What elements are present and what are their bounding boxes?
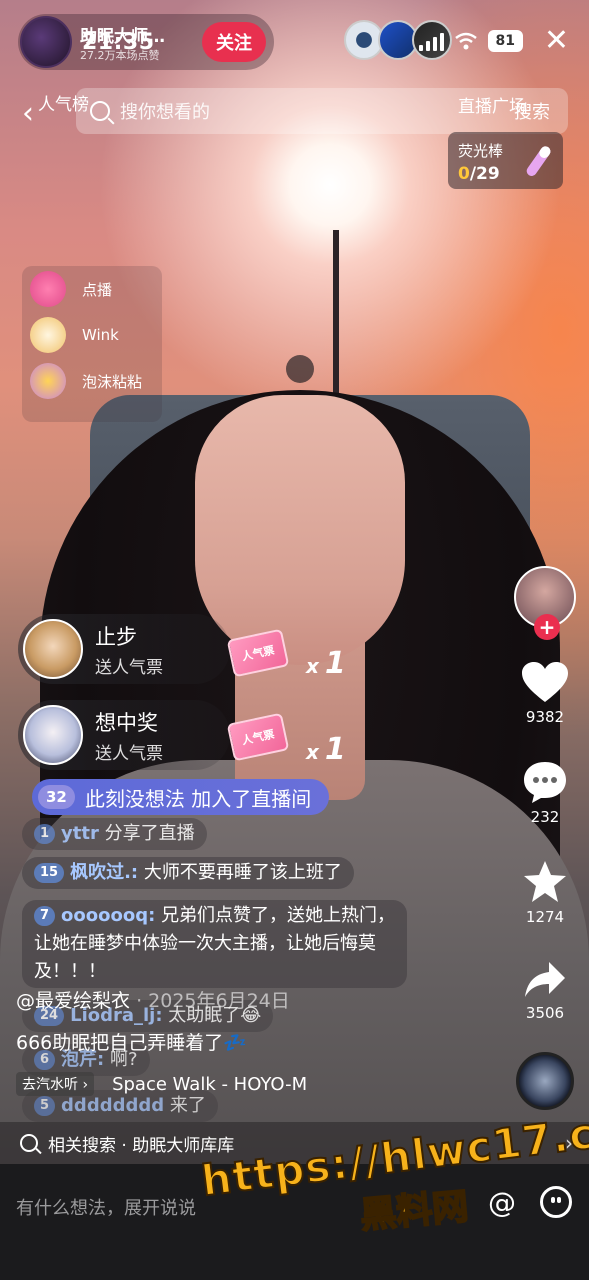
chat-user[interactable]: yttr [61, 823, 99, 844]
search-icon [90, 101, 110, 121]
favorite-button[interactable]: 1274 [522, 860, 568, 926]
duck-gift-icon [30, 363, 66, 399]
live-square-link[interactable]: 直播广场 [458, 92, 526, 117]
user-level-badge: 5 [34, 1096, 56, 1116]
favorite-count: 1274 [525, 908, 565, 926]
music-title[interactable]: Space Walk - HOYO-M [112, 1074, 307, 1095]
follow-button[interactable]: 关注 [202, 22, 266, 62]
chat-message[interactable]: 15 枫吹过.: 大师不要再睡了该上班了 [22, 857, 354, 889]
gift-action: 送人气票 [95, 743, 163, 764]
related-search-label: 相关搜索 · 助眠大师库库 [48, 1135, 235, 1156]
search-placeholder: 搜你想看的 [120, 102, 210, 123]
share-count: 3506 [525, 1004, 565, 1022]
beer-gift-icon [30, 317, 66, 353]
gift-combo: x1 [306, 732, 346, 767]
comment-button[interactable]: 232 [522, 760, 568, 826]
heart-gift-icon [30, 271, 66, 307]
user-level-badge: 1 [34, 824, 56, 844]
glow-stick-panel[interactable]: 荧光棒 0/29 [448, 132, 563, 189]
like-count: 9382 [525, 708, 565, 726]
emoji-icon[interactable] [540, 1186, 572, 1218]
music-app-tag[interactable]: 去汽水听 › [16, 1072, 95, 1096]
watermark-site: 黑料网 [358, 1185, 471, 1237]
comment-count: 232 [530, 808, 560, 826]
search-icon [20, 1134, 38, 1152]
chat-text: 大师不要再睡了该上班了 [143, 862, 342, 883]
host-avatar[interactable] [20, 16, 72, 68]
gift-notification: 止步 送人气票 [18, 614, 230, 684]
gift-combo: x1 [306, 646, 346, 681]
comment-input[interactable]: 有什么想法，展开说说 [16, 1194, 196, 1220]
chat-text-line: 让她在睡梦中体验一次大主播，让她后悔莫 [34, 933, 376, 954]
gift-item-wink[interactable]: Wink [22, 312, 162, 358]
comment-icon [524, 762, 566, 803]
mention-icon[interactable]: @ [488, 1186, 516, 1219]
chat-text: 分享了直播 [104, 823, 195, 844]
anchor-avatar[interactable]: + [514, 566, 576, 640]
chat-user[interactable]: ooooooq: [61, 905, 155, 926]
close-icon[interactable]: ✕ [544, 26, 569, 56]
gifter-name: 想中奖 [95, 710, 158, 735]
post-date: · 2025年6月24日 [136, 990, 290, 1012]
status-time: 21:35 [82, 30, 155, 55]
gift-label: 泡沫粘粘 [82, 372, 143, 391]
video-author[interactable]: @最爱绘梨衣 · 2025年6月24日 [16, 986, 290, 1013]
user-level-badge: 7 [34, 906, 56, 926]
wifi-icon [454, 32, 477, 50]
glow-stick-icon [526, 146, 551, 177]
status-icons: 81 [418, 30, 523, 52]
follow-plus-icon[interactable]: + [534, 614, 560, 640]
share-arrow-icon [525, 962, 565, 997]
video-description: 666助眠把自己弄睡着了💤 [16, 1032, 247, 1054]
share-button[interactable]: 3506 [523, 960, 567, 1022]
gifter-avatar[interactable] [23, 619, 83, 679]
chat-user[interactable]: dddddddd [61, 1095, 164, 1116]
gifter-avatar[interactable] [23, 705, 83, 765]
like-button[interactable]: 9382 [522, 662, 568, 726]
chat-message[interactable]: 7 ooooooq: 兄弟们点赞了，送她上热门， 让她在睡梦中体验一次大主播，让她… [22, 900, 462, 988]
gift-label: 点播 [82, 280, 113, 299]
gift-action: 送人气票 [95, 657, 163, 678]
music-row[interactable]: 去汽水听 › Space Walk - HOYO-M [16, 1072, 307, 1096]
battery-indicator: 81 [487, 30, 523, 52]
chat-user[interactable]: 枫吹过.: [70, 862, 138, 883]
light-stand-clamp [286, 355, 314, 383]
chat-text: 来了 [169, 1095, 206, 1116]
user-level-badge: 32 [38, 785, 75, 809]
gift-notification: 想中奖 送人气票 [18, 700, 230, 770]
author-name[interactable]: @最爱绘梨衣 [16, 990, 130, 1012]
popularity-rank-tag[interactable]: 人气榜 [38, 90, 89, 115]
gift-menu: 点播 Wink 泡沫粘粘 [22, 266, 162, 422]
right-action-column: + 9382 232 1274 3506 [507, 566, 583, 1110]
streamer-face [195, 395, 405, 665]
chat-text-line: 及！！！ [34, 961, 106, 982]
gifter-name: 止步 [95, 624, 137, 649]
heart-icon [522, 662, 568, 702]
user-level-badge: 15 [34, 863, 65, 883]
viewer-join-notice: 32 此刻没想法 加入了直播间 [32, 779, 330, 815]
signal-icon [418, 31, 444, 51]
gift-item-dianbo[interactable]: 点播 [22, 266, 162, 312]
music-disc-icon[interactable] [516, 1052, 574, 1110]
star-icon [524, 861, 566, 902]
light-stand [333, 230, 339, 400]
gift-label: Wink [82, 326, 119, 344]
join-text: 此刻没想法 加入了直播间 [84, 786, 312, 811]
chat-message[interactable]: 1 yttr 分享了直播 [22, 818, 207, 850]
chat-text: 兄弟们点赞了，送她上热门， [161, 905, 396, 926]
gift-item-bubble[interactable]: 泡沫粘粘 [22, 358, 162, 404]
